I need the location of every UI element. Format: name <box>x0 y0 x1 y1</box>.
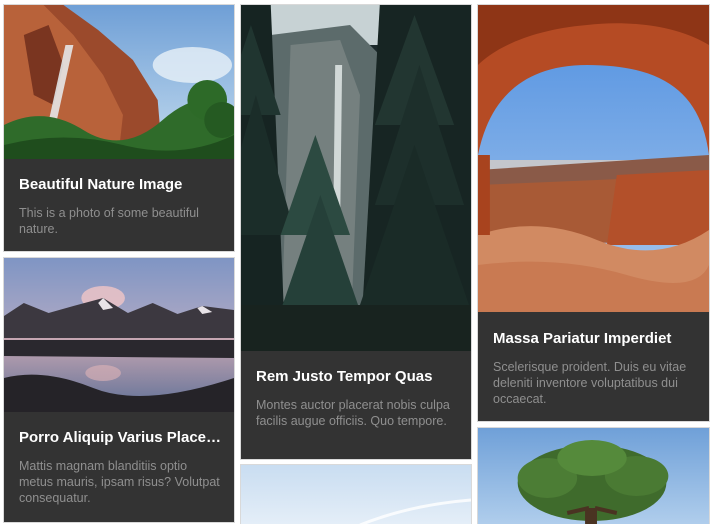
card-rem-justo[interactable]: Rem Justo Tempor Quas Montes auctor plac… <box>240 4 472 460</box>
card-title[interactable]: Porro Aliquip Varius Placerat <box>19 429 222 447</box>
desert-arch-photo <box>478 5 709 312</box>
card-description: This is a photo of some beautiful nature… <box>19 206 199 236</box>
card-beautiful-nature[interactable]: Beautiful Nature Image This is a photo o… <box>3 4 235 252</box>
card-description: Montes auctor placerat nobis culpa facil… <box>256 398 450 428</box>
sky-photo <box>241 465 471 524</box>
forest-waterfall-photo <box>241 5 471 351</box>
tree-photo <box>478 428 709 524</box>
card-massa-pariatur[interactable]: Massa Pariatur Imperdiet Scelerisque pro… <box>477 4 710 422</box>
card-sky[interactable] <box>240 464 472 524</box>
card-title[interactable]: Rem Justo Tempor Quas <box>256 368 459 386</box>
mountain-lake-photo <box>4 258 234 412</box>
card-porro-aliquip[interactable]: Porro Aliquip Varius Placerat Mattis mag… <box>3 257 235 523</box>
card-title[interactable]: Beautiful Nature Image <box>19 176 222 194</box>
card-title[interactable]: Massa Pariatur Imperdiet <box>493 330 697 348</box>
card-description: Scelerisque proident. Duis eu vitae dele… <box>493 360 687 406</box>
masonry-grid: Beautiful Nature Image This is a photo o… <box>0 0 714 524</box>
card-description: Mattis magnam blanditiis optio metus mau… <box>19 459 220 505</box>
waterfall-cliff-photo <box>4 5 234 159</box>
card-tree[interactable] <box>477 427 710 524</box>
